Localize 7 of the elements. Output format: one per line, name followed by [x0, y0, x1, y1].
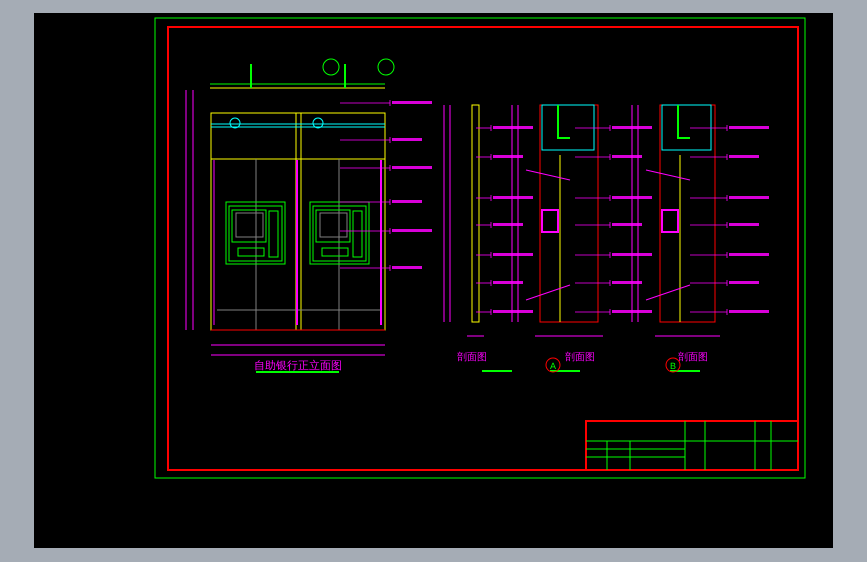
view-title: 自助银行正立面图 — [254, 359, 342, 372]
section-marker: A — [546, 358, 560, 372]
view-title: 剖面图 — [565, 352, 595, 363]
view-title: 剖面图 — [457, 352, 487, 363]
view-title: 剖面图 — [678, 352, 708, 363]
section-marker: B — [666, 358, 680, 372]
drawing-canvas[interactable]: 自助银行正立面图 剖面图 剖面图 A 剖面图 B — [34, 13, 833, 548]
